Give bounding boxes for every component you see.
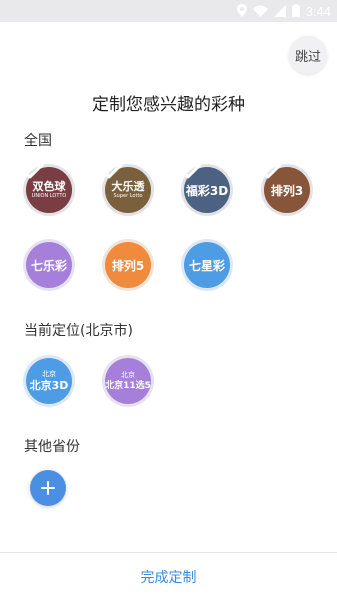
lottery-fucai3d[interactable]: 福彩3D xyxy=(180,163,234,217)
lottery-beijing3d[interactable]: 北京 北京3D xyxy=(22,354,76,408)
check-icon xyxy=(22,163,76,217)
check-icon xyxy=(180,163,234,217)
lottery-shuangseqiu[interactable]: 双色球 UNION LOTTO xyxy=(22,163,76,217)
lottery-pailie5[interactable]: 排列5 xyxy=(101,238,155,292)
section-label-other-provinces: 其他省份 xyxy=(24,439,80,455)
check-icon xyxy=(260,163,314,217)
status-bar: 3:44 xyxy=(0,0,337,22)
location-icon xyxy=(236,2,247,21)
lottery-name: 排列5 xyxy=(111,258,145,273)
add-province-button[interactable] xyxy=(30,470,66,506)
status-time: 3:44 xyxy=(305,3,331,19)
lottery-qilecai[interactable]: 七乐彩 xyxy=(22,238,76,292)
lottery-qixingcai[interactable]: 七星彩 xyxy=(180,238,234,292)
lottery-pailie3[interactable]: 排列3 xyxy=(260,163,314,217)
signal-icon xyxy=(273,2,286,21)
lottery-name: 七星彩 xyxy=(188,258,225,273)
lottery-sub: 北京 xyxy=(121,370,135,379)
lottery-name: 北京11选5 xyxy=(105,380,151,391)
lottery-beijing11x5[interactable]: 北京 北京11选5 xyxy=(101,354,155,408)
battery-icon xyxy=(291,2,300,21)
page-title: 定制您感兴趣的彩种 xyxy=(92,95,245,115)
section-label-national: 全国 xyxy=(24,133,52,149)
lottery-sub: 北京 xyxy=(42,370,56,378)
lottery-name: 北京3D xyxy=(29,379,69,392)
lottery-name: 七乐彩 xyxy=(30,258,67,273)
plus-icon xyxy=(41,481,55,495)
check-icon xyxy=(101,163,155,217)
lottery-daletou[interactable]: 大乐透 Super Lotto xyxy=(101,163,155,217)
skip-button[interactable]: 跳过 xyxy=(289,36,327,74)
wifi-icon xyxy=(252,2,268,21)
finish-customize-button[interactable]: 完成定制 xyxy=(0,553,337,600)
section-label-current-location: 当前定位(北京市) xyxy=(24,323,133,339)
